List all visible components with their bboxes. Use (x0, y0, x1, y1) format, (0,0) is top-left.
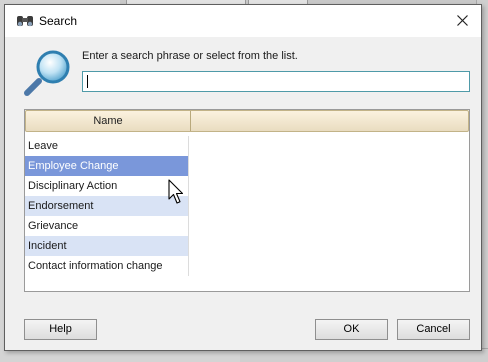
list-item[interactable]: Grievance (25, 216, 189, 236)
cancel-button[interactable]: Cancel (397, 319, 470, 340)
ok-button[interactable]: OK (315, 319, 388, 340)
search-dialog: Search Enter a search phrase or select f… (4, 4, 482, 351)
list-item[interactable]: Leave (25, 136, 189, 156)
title-bar: Search (5, 5, 481, 37)
binoculars-icon (17, 16, 33, 27)
results-list[interactable]: Name Leave Employee Change Disciplinary … (24, 109, 470, 292)
list-item[interactable]: Endorsement (25, 196, 189, 216)
text-caret (87, 75, 88, 88)
close-icon[interactable] (457, 15, 468, 26)
mouse-pointer-icon (168, 179, 184, 204)
magnifier-icon (24, 50, 70, 96)
column-header-name[interactable]: Name (26, 111, 191, 131)
search-input[interactable] (82, 71, 470, 92)
list-item[interactable]: Employee Change (25, 156, 189, 176)
close-button[interactable] (449, 9, 477, 33)
search-prompt: Enter a search phrase or select from the… (82, 50, 298, 62)
column-header-blank (191, 111, 468, 131)
help-button[interactable]: Help (24, 319, 97, 340)
list-rows: Leave Employee Change Disciplinary Actio… (25, 136, 189, 276)
dialog-title: Search (39, 14, 78, 28)
list-item[interactable]: Disciplinary Action (25, 176, 189, 196)
list-item[interactable]: Contact information change (25, 256, 189, 276)
list-header: Name (25, 110, 469, 132)
list-item[interactable]: Incident (25, 236, 189, 256)
